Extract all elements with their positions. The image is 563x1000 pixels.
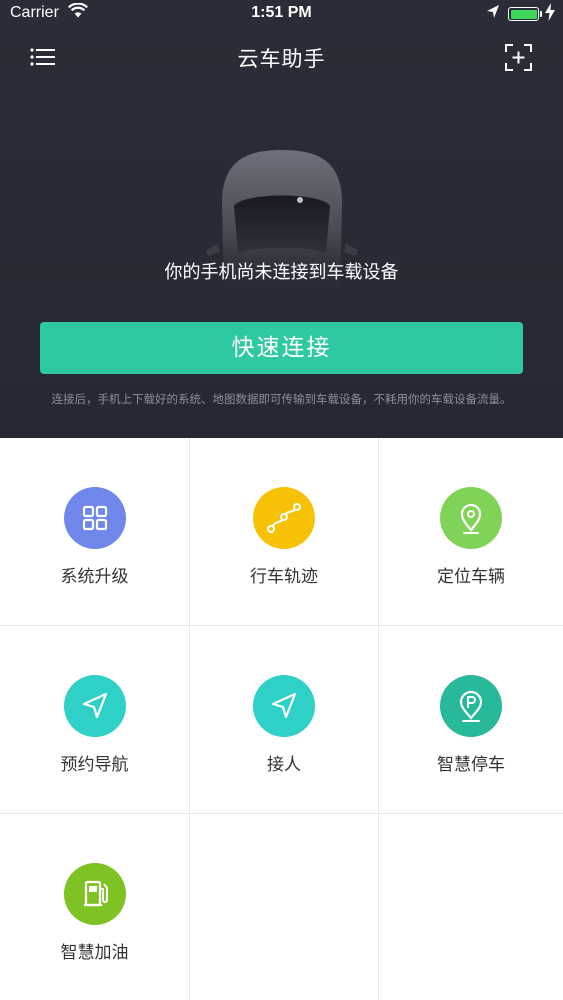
feature-label: 行车轨迹 [250,567,318,587]
location-pin-icon [440,487,502,549]
feature-icon-bg [253,675,315,737]
location-services-icon [487,5,499,18]
empty-grid-cell [190,814,379,1000]
grid-icon [63,487,126,549]
navigation-arrow-icon [253,675,315,737]
feature-label: 智慧停车 [437,755,505,775]
feature-icon-bg [440,675,502,737]
parking-pin-icon [440,675,502,737]
feature-grid: 系统升级 行车轨迹 定位车辆 预约导航 接人 智慧停车 智慧加油 [0,438,563,1000]
feature-icon-circle [253,675,315,737]
feature-locate-vehicle[interactable]: 定位车辆 [379,438,563,626]
feature-icon-bg [63,487,126,549]
feature-icon-circle [63,863,126,925]
route-icon [253,487,315,549]
feature-label: 预约导航 [60,755,129,775]
nav-bar: 云车助手 [0,30,563,84]
feature-label: 定位车辆 [437,567,505,587]
feature-pick-up[interactable]: 接人 [190,626,379,814]
connection-panel: Carrier 1:51 PM 云车助手 你的手机尚未连接到车载设备 快速连接 … [0,0,563,438]
feature-label: 智慧加油 [60,943,129,963]
empty-grid-cell [379,814,563,1000]
charging-icon [545,3,555,21]
feature-system-upgrade[interactable]: 系统升级 [0,438,190,626]
feature-label: 接人 [267,755,301,775]
feature-icon-circle [63,675,126,737]
connection-description: 连接后，手机上下载好的系统、地图数据即可传输到车载设备，不耗用你的车载设备流量。 [51,392,512,406]
page-title: 云车助手 [237,47,326,71]
feature-smart-parking[interactable]: 智慧停车 [379,626,563,814]
status-bar: Carrier 1:51 PM [0,0,563,30]
feature-driving-track[interactable]: 行车轨迹 [190,438,379,626]
feature-icon-bg [440,487,502,549]
battery-icon [508,7,542,21]
navigation-arrow-icon [63,675,126,737]
clock: 1:51 PM [251,4,312,21]
fuel-pump-icon [63,863,126,925]
feature-smart-refueling[interactable]: 智慧加油 [0,814,190,1000]
feature-icon-circle [440,675,502,737]
scan-add-icon[interactable] [505,44,532,71]
feature-icon-bg [63,863,126,925]
feature-icon-bg [63,675,126,737]
feature-scheduled-navigation[interactable]: 预约导航 [0,626,190,814]
feature-icon-circle [63,487,126,549]
quick-connect-button[interactable]: 快速连接 [40,322,523,374]
connection-status-message: 你的手机尚未连接到车载设备 [164,262,399,283]
feature-label: 系统升级 [60,567,129,587]
feature-icon-bg [253,487,315,549]
